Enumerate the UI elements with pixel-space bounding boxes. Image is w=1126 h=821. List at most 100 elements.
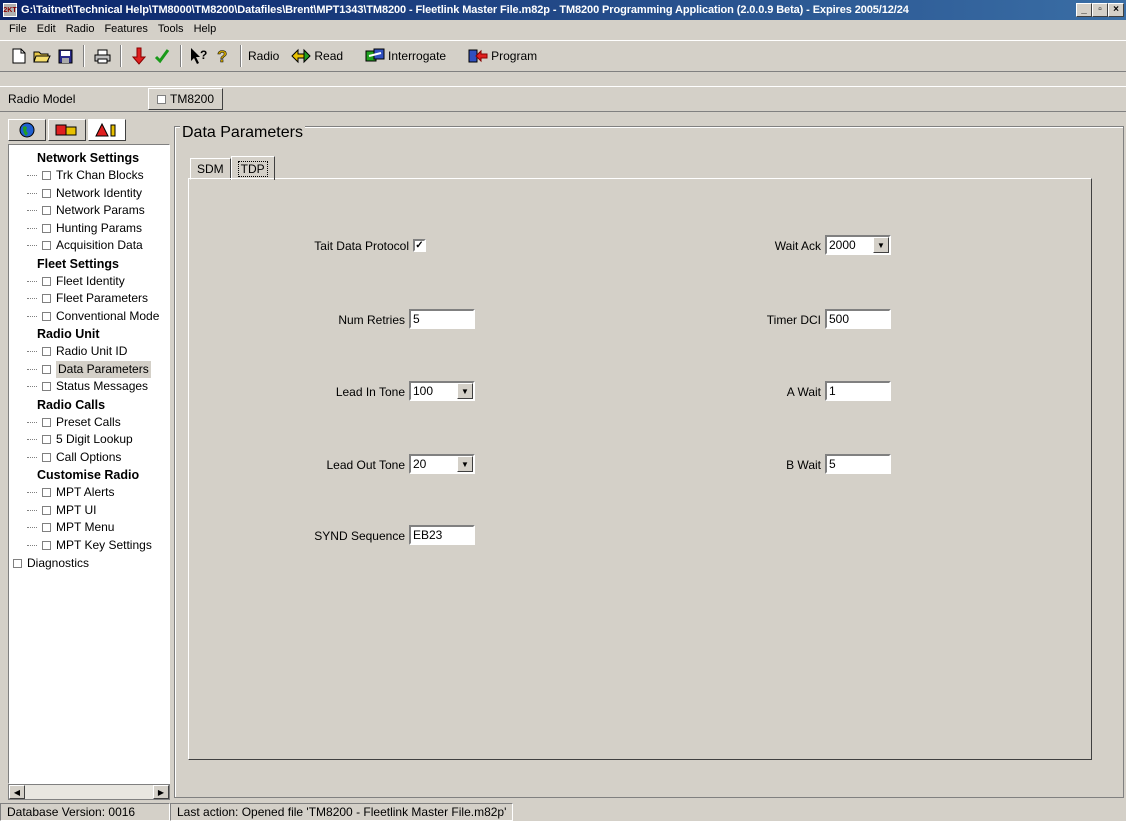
- interrogate-icon: [365, 48, 385, 62]
- lead-out-tone-select[interactable]: 20 ▼: [409, 454, 475, 474]
- num-retries-label: Num Retries: [338, 313, 405, 327]
- tree-item-mpt-ui[interactable]: MPT UI: [9, 502, 169, 520]
- context-help-icon[interactable]: ?: [188, 45, 210, 67]
- tree-group-radio-unit[interactable]: Radio Unit: [9, 325, 169, 343]
- lead-in-tone-select[interactable]: 100 ▼: [409, 381, 475, 401]
- help-icon[interactable]: ?: [211, 45, 233, 67]
- tree-group-fleet-settings[interactable]: Fleet Settings: [9, 255, 169, 273]
- lead-in-tone-value: 100: [413, 384, 434, 398]
- interrogate-button[interactable]: Interrogate: [365, 48, 446, 64]
- b-wait-field[interactable]: [825, 454, 891, 474]
- b-wait-label: B Wait: [786, 458, 821, 472]
- chevron-down-icon[interactable]: ▼: [457, 456, 473, 472]
- tree-item-5-digit-lookup[interactable]: 5 Digit Lookup: [9, 431, 169, 449]
- tree-item-trk-chan-blocks[interactable]: Trk Chan Blocks: [9, 167, 169, 185]
- tree-group-network-settings[interactable]: Network Settings: [9, 149, 169, 167]
- page-title: Data Parameters: [180, 124, 305, 142]
- data-tabs: SDM TDP: [190, 156, 275, 180]
- tree-item-diagnostics[interactable]: Diagnostics: [9, 554, 169, 572]
- tree-item-conventional-mode[interactable]: Conventional Mode: [9, 308, 169, 326]
- svg-text:?: ?: [217, 47, 227, 65]
- synd-sequence-label: SYND Sequence: [314, 529, 405, 543]
- document-icon: [42, 452, 51, 462]
- menu-file[interactable]: File: [4, 23, 32, 35]
- tree-item-status-messages[interactable]: Status Messages: [9, 378, 169, 396]
- read-button[interactable]: Read: [291, 48, 343, 64]
- num-retries-field[interactable]: [409, 309, 475, 329]
- tree-item-fleet-identity[interactable]: Fleet Identity: [9, 273, 169, 291]
- open-folder-icon[interactable]: [31, 45, 53, 67]
- app-icon: 2KT: [3, 3, 17, 17]
- maximize-button[interactable]: ▫: [1092, 3, 1108, 17]
- radio-button[interactable]: Radio: [248, 49, 279, 63]
- menu-radio[interactable]: Radio: [61, 23, 100, 35]
- toolbar-separator: [180, 45, 182, 67]
- wait-ack-select[interactable]: 2000 ▼: [825, 235, 891, 255]
- globe-tab-icon[interactable]: [8, 119, 46, 141]
- document-icon: [42, 382, 51, 392]
- tree-item-acquisition-data[interactable]: Acquisition Data: [9, 237, 169, 255]
- menu-edit[interactable]: Edit: [32, 23, 61, 35]
- print-icon[interactable]: [91, 45, 113, 67]
- menu-bar: File Edit Radio Features Tools Help: [0, 20, 1126, 38]
- radio-model-label: Radio Model: [8, 92, 76, 106]
- tab-sdm[interactable]: SDM: [190, 158, 231, 180]
- tree-item-data-parameters[interactable]: Data Parameters: [9, 360, 169, 378]
- radio-label: Radio: [248, 49, 280, 63]
- tab-tdp[interactable]: TDP: [230, 156, 275, 180]
- menu-tools[interactable]: Tools: [153, 23, 189, 35]
- radio-model-bar: Radio Model TM8200: [0, 86, 1126, 112]
- tree-item-network-params[interactable]: Network Params: [9, 202, 169, 220]
- document-icon: [42, 276, 51, 286]
- program-button[interactable]: Program: [468, 48, 537, 64]
- main-panel: Data Parameters SDM TDP Tait Data Protoc…: [172, 116, 1124, 800]
- menu-features[interactable]: Features: [99, 23, 152, 35]
- document-icon: [42, 294, 51, 304]
- title-bar: 2KT G:\Taitnet\Technical Help\TM8000\TM8…: [0, 0, 1126, 20]
- settings-tab-icon[interactable]: [88, 119, 126, 141]
- scroll-right-icon[interactable]: ▶: [153, 785, 169, 799]
- tree-group-radio-calls[interactable]: Radio Calls: [9, 396, 169, 414]
- timer-dci-field[interactable]: [825, 309, 891, 329]
- a-wait-field[interactable]: [825, 381, 891, 401]
- minimize-button[interactable]: _: [1076, 3, 1092, 17]
- document-icon: [42, 364, 51, 374]
- radio-features-tab-icon[interactable]: [48, 119, 86, 141]
- tree-item-preset-calls[interactable]: Preset Calls: [9, 414, 169, 432]
- wait-ack-label: Wait Ack: [774, 239, 821, 253]
- chevron-down-icon[interactable]: ▼: [873, 237, 889, 253]
- arrow-down-red-icon[interactable]: [128, 45, 150, 67]
- new-file-icon[interactable]: [8, 45, 30, 67]
- tait-data-protocol-checkbox[interactable]: ✓: [413, 239, 426, 252]
- document-icon: [42, 241, 51, 251]
- settings-tree: Network Settings Trk Chan Blocks Network…: [8, 144, 170, 784]
- tree-horizontal-scrollbar[interactable]: ◀ ▶: [8, 784, 170, 800]
- save-icon[interactable]: [54, 45, 76, 67]
- toolbar-separator: [83, 45, 85, 67]
- tree-item-mpt-alerts[interactable]: MPT Alerts: [9, 484, 169, 502]
- tree-item-mpt-key-settings[interactable]: MPT Key Settings: [9, 537, 169, 555]
- document-icon: [42, 505, 51, 515]
- tree-item-fleet-parameters[interactable]: Fleet Parameters: [9, 290, 169, 308]
- tree-group-customise-radio[interactable]: Customise Radio: [9, 466, 169, 484]
- radio-model-tab-label: TM8200: [170, 92, 215, 106]
- lead-out-tone-label: Lead Out Tone: [326, 458, 405, 472]
- radio-model-tab[interactable]: TM8200: [148, 88, 224, 110]
- scroll-left-icon[interactable]: ◀: [9, 785, 25, 799]
- wait-ack-value: 2000: [829, 238, 856, 252]
- toolbar-separator: [240, 45, 242, 67]
- tree-item-mpt-menu[interactable]: MPT Menu: [9, 519, 169, 537]
- synd-sequence-field[interactable]: [409, 525, 475, 545]
- tree-item-hunting-params[interactable]: Hunting Params: [9, 220, 169, 238]
- document-icon: [42, 540, 51, 550]
- tree-item-radio-unit-id[interactable]: Radio Unit ID: [9, 343, 169, 361]
- checkmark-icon[interactable]: [151, 45, 173, 67]
- close-button[interactable]: ×: [1108, 3, 1124, 17]
- tree-item-network-identity[interactable]: Network Identity: [9, 185, 169, 203]
- menu-help[interactable]: Help: [189, 23, 222, 35]
- chevron-down-icon[interactable]: ▼: [457, 383, 473, 399]
- document-icon: [13, 558, 22, 568]
- read-label: Read: [314, 49, 344, 63]
- read-icon: [291, 48, 312, 64]
- tree-item-call-options[interactable]: Call Options: [9, 449, 169, 467]
